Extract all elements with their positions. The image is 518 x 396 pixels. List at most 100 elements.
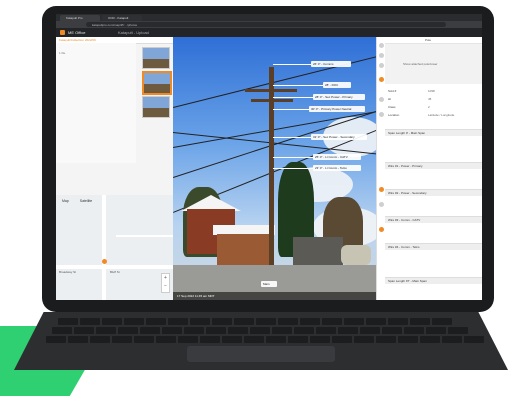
tool-icon[interactable] [379, 63, 384, 68]
photo-thumbnails [138, 43, 173, 163]
annotation-leader [273, 109, 309, 110]
photo-house [293, 237, 343, 267]
app-screen: Katapult Pro OCR - Katapult katapultpro.… [56, 14, 482, 300]
key-row [58, 318, 452, 325]
map-street-label: Bluff St [110, 270, 120, 274]
wire-section[interactable]: Wire #1 - Power - Primary [385, 162, 482, 169]
field-label: Class [388, 105, 396, 109]
field-row[interactable]: Ht 45 [388, 97, 478, 102]
tool-icon-active[interactable] [379, 187, 384, 192]
key-row [46, 336, 484, 343]
photo-thumbnail[interactable] [142, 47, 170, 69]
wire-section[interactable]: Wire #2 - Power - Secondary [385, 189, 482, 196]
height-annotation[interactable]: 28' - DOC [323, 82, 351, 88]
field-row[interactable]: Class 2 [388, 105, 478, 110]
section-title: Wire #3 - Comm - CATV [388, 218, 421, 222]
pole-crossarm [251, 99, 293, 102]
field-label: Scid # [388, 89, 397, 93]
map-street-label: Broadway St [59, 270, 77, 274]
annotation-leader [273, 64, 311, 65]
span-section[interactable]: Span Length 97' - Main Span [385, 277, 482, 284]
job-subtitle: 1 file [59, 51, 66, 55]
height-annotation[interactable]: 23' 0" - Lt Comm - Telco [313, 165, 361, 171]
height-annotation[interactable]: 26' 0" - Comms [311, 61, 351, 67]
tool-icon[interactable] [379, 112, 384, 117]
section-title: Span Length 97' - Main Span [388, 279, 427, 283]
app-logo-icon [60, 30, 65, 35]
height-annotation[interactable]: 25' 0" - Lt Comm - CATV [313, 154, 361, 160]
photo-caption: Main [261, 281, 277, 287]
address-bar-url: katapultpro.com/map/#!/…/photos [92, 23, 138, 27]
section-title: Span Length 0' - Main Span [388, 131, 426, 135]
pole-crossarm [245, 89, 297, 92]
height-annotation-label: 31' 0" - Sec Power - Secondary [313, 135, 355, 139]
height-annotation[interactable]: 30' 0" - Primary Power Neutral [309, 106, 365, 112]
left-panel: Katapult/Collection 2022/09 1 file Map S… [56, 37, 173, 300]
field-row[interactable]: Scid # 1098 [388, 89, 478, 94]
pole-marker-icon[interactable] [102, 259, 107, 264]
photo-thumbnail-selected[interactable] [142, 71, 172, 95]
annotation-leader [273, 137, 311, 138]
field-label: Ht [388, 97, 391, 101]
address-bar[interactable]: katapultpro.com/map/#!/…/photos [86, 22, 446, 27]
field-value: 1098 [428, 89, 435, 93]
panel-header: Pole [385, 37, 482, 44]
map-road [102, 195, 106, 300]
app-header: ME Office Katapult - Upload [56, 28, 482, 37]
span-section[interactable]: Span Length 0' - Main Span [385, 129, 482, 136]
height-annotation[interactable]: 28' 0" - Sec Power - Primary [313, 94, 365, 100]
tool-icon[interactable] [379, 53, 384, 58]
photo-thumbnail[interactable] [142, 96, 170, 118]
browser-tab-label: Katapult Pro [66, 16, 83, 20]
map-tab-satellite[interactable]: Satellite [80, 199, 92, 203]
map-road [116, 235, 173, 237]
tool-icon-active[interactable] [379, 227, 384, 232]
panel-title: Pole [425, 38, 432, 42]
pole-photo-viewer[interactable]: 26' 0" - Comms 28' - DOC 28' 0" - Sec Po… [173, 37, 376, 300]
section-title: Wire #2 - Power - Secondary [388, 191, 427, 195]
photo-timestamp: 17 Sep 2022 11:45 am MDT [177, 294, 215, 298]
height-annotation-label: 25' 0" - Lt Comm - CATV [315, 155, 348, 159]
app-secondary-label[interactable]: Katapult - Upload [118, 30, 149, 35]
wire-section[interactable]: Wire #4 - Comm - Telco [385, 243, 482, 250]
key-row [52, 327, 468, 334]
annotation-leader [273, 157, 313, 158]
field-value: 2 [428, 105, 430, 109]
tool-icon-active[interactable] [379, 77, 384, 82]
height-annotation-label: 26' 0" - Comms [313, 62, 334, 66]
photo-house [217, 234, 273, 266]
laptop-trackpad [187, 346, 335, 362]
browser-tab-label: OCR - Katapult [108, 16, 129, 20]
browser-tab-bar: Katapult Pro OCR - Katapult [56, 14, 482, 21]
map-panel[interactable]: Map Satellite Bluff St Broadway St + − [56, 195, 173, 300]
height-annotation[interactable]: 31' 0" - Sec Power - Secondary [311, 134, 367, 140]
field-label: Location [388, 113, 400, 117]
section-title: Wire #4 - Comm - Telco [388, 245, 420, 249]
attached-photo-box[interactable]: Show attached pole/tower [385, 44, 482, 84]
photo-caption-label: Main [263, 282, 270, 286]
height-annotation-label: 28' - DOC [325, 83, 339, 87]
photo-vehicle [341, 245, 371, 265]
browser-toolbar: katapultpro.com/map/#!/…/photos [56, 21, 482, 28]
job-title[interactable]: Katapult/Collection 2022/09 [59, 38, 96, 42]
map-road [56, 265, 173, 269]
height-annotation-label: 23' 0" - Lt Comm - Telco [315, 166, 347, 170]
annotation-leader [273, 85, 323, 86]
attached-photo-placeholder: Show attached pole/tower [403, 62, 438, 66]
annotation-leader [273, 168, 313, 169]
height-annotation-label: 28' 0" - Sec Power - Primary [315, 95, 353, 99]
section-title: Wire #1 - Power - Primary [388, 164, 423, 168]
tool-icon[interactable] [379, 202, 384, 207]
zoom-controls[interactable]: + − [161, 273, 170, 293]
app-name[interactable]: ME Office [68, 30, 86, 35]
pole-details-panel: Pole Show attached pole/tower Scid # 1098… [385, 37, 482, 300]
height-annotation-label: 30' 0" - Primary Power Neutral [311, 107, 352, 111]
annotation-leader [273, 97, 313, 98]
tool-icon[interactable] [379, 97, 384, 102]
field-row[interactable]: Location Latitude / Longitude [388, 113, 478, 118]
tool-icon[interactable] [379, 43, 384, 48]
field-value: Latitude / Longitude [428, 113, 455, 117]
map-tab-map[interactable]: Map [62, 199, 69, 203]
wire-section[interactable]: Wire #3 - Comm - CATV [385, 216, 482, 223]
job-list: 1 file [56, 43, 136, 163]
